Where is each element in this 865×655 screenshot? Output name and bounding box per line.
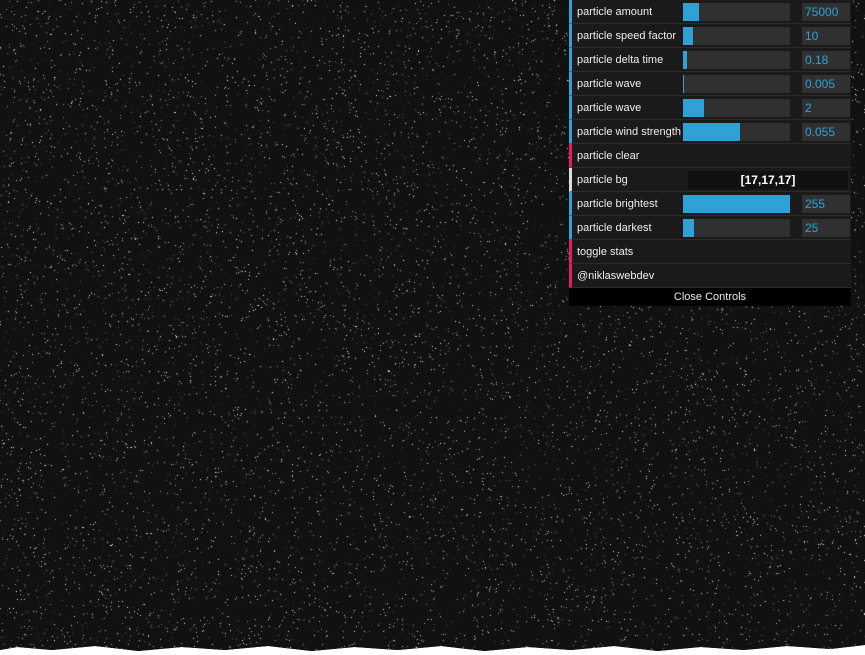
particle-darkest-input[interactable]: 25 (802, 219, 850, 237)
particle-amount-input[interactable]: 75000 (802, 3, 850, 21)
credit-link[interactable]: @niklaswebdev (569, 264, 851, 288)
particle-speed-factor-slider[interactable] (683, 27, 790, 45)
control-label: particle wave (577, 77, 642, 90)
control-label: particle darkest (577, 221, 652, 234)
particle-speed-factor-control[interactable]: particle speed factor 10 (569, 24, 851, 48)
particle-bg-control[interactable]: particle bg [17,17,17] (569, 168, 851, 192)
control-label: particle bg (577, 173, 628, 186)
slider-fill (683, 3, 700, 21)
slider-fill (683, 219, 694, 237)
slider-fill (683, 51, 688, 69)
particle-brightest-control[interactable]: particle brightest 255 (569, 192, 851, 216)
slider-fill (683, 27, 693, 45)
control-label: particle wind strength (577, 125, 681, 138)
control-label: particle wave (577, 101, 642, 114)
control-label: particle amount (577, 5, 653, 18)
particle-wind-strength-input[interactable]: 0.055 (802, 123, 850, 141)
slider-fill (683, 75, 685, 93)
particle-brightest-slider[interactable] (683, 195, 790, 213)
control-label: particle delta time (577, 53, 664, 66)
particle-speed-factor-input[interactable]: 10 (802, 27, 850, 45)
particle-wave-input[interactable]: 0.005 (802, 75, 850, 93)
particle-bg-color-input[interactable]: [17,17,17] (688, 171, 848, 189)
particle-wind-strength-slider[interactable] (683, 123, 790, 141)
toggle-stats-button[interactable]: toggle stats (569, 240, 851, 264)
control-label: toggle stats (577, 245, 634, 258)
particle-wave-2-control[interactable]: particle wave 2 (569, 96, 851, 120)
close-controls-button[interactable]: Close Controls (569, 288, 851, 306)
particle-amount-control[interactable]: particle amount 75000 (569, 0, 851, 24)
control-label: particle speed factor (577, 29, 677, 42)
particle-wave-2-slider[interactable] (683, 99, 790, 117)
particle-darkest-control[interactable]: particle darkest 25 (569, 216, 851, 240)
particle-wave-control[interactable]: particle wave 0.005 (569, 72, 851, 96)
particle-delta-time-control[interactable]: particle delta time 0.18 (569, 48, 851, 72)
control-label: particle brightest (577, 197, 658, 210)
controls-panel: particle amount 75000 particle speed fac… (569, 0, 851, 306)
control-label: particle clear (577, 149, 640, 162)
particle-wave-slider[interactable] (683, 75, 790, 93)
particle-wave-2-input[interactable]: 2 (802, 99, 850, 117)
particle-brightest-input[interactable]: 255 (802, 195, 850, 213)
particle-amount-slider[interactable] (683, 3, 790, 21)
particle-delta-time-input[interactable]: 0.18 (802, 51, 850, 69)
slider-fill (683, 99, 705, 117)
particle-clear-button[interactable]: particle clear (569, 144, 851, 168)
control-label: @niklaswebdev (577, 269, 655, 282)
particle-delta-time-slider[interactable] (683, 51, 790, 69)
slider-fill (683, 195, 790, 213)
particle-wind-strength-control[interactable]: particle wind strength 0.055 (569, 120, 851, 144)
slider-fill (683, 123, 740, 141)
particle-darkest-slider[interactable] (683, 219, 790, 237)
